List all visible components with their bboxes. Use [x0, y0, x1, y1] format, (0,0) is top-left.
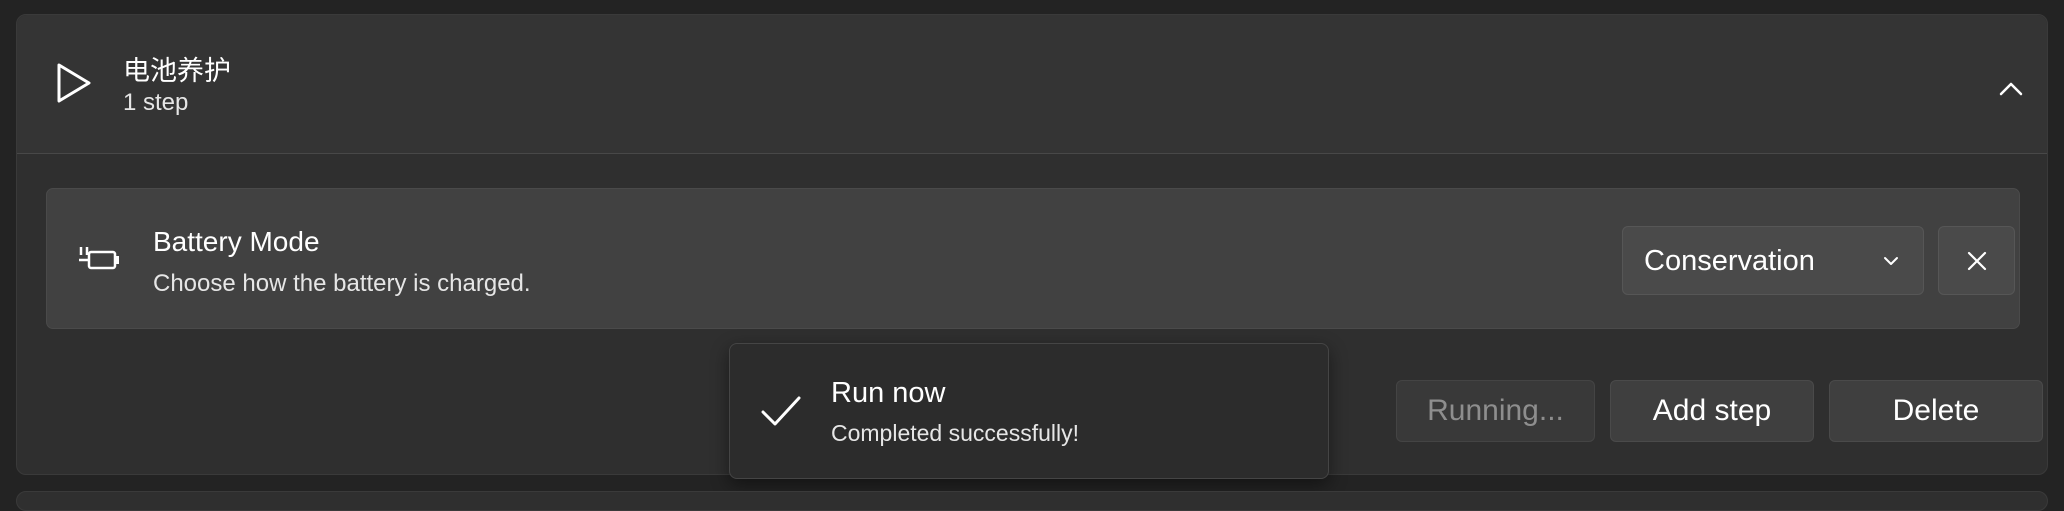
play-icon[interactable] — [53, 61, 93, 105]
step-battery-mode: Battery Mode Choose how the battery is c… — [46, 188, 2020, 329]
dropdown-selected-value: Conservation — [1644, 245, 1815, 277]
toast-title: Run now — [831, 377, 946, 409]
run-toast: Run now Completed successfully! — [729, 343, 1329, 479]
step-description: Choose how the battery is charged. — [153, 270, 531, 297]
chevron-down-icon — [1884, 257, 1898, 265]
add-step-button[interactable]: Add step — [1610, 380, 1814, 442]
running-button[interactable]: Running... — [1396, 380, 1595, 442]
chevron-up-icon[interactable] — [1993, 71, 2029, 107]
battery-mode-dropdown[interactable]: Conservation — [1622, 226, 1924, 295]
automation-title: 电池养护 — [123, 56, 231, 86]
automation-header[interactable]: 电池养护 1 step — [17, 15, 2047, 154]
step-title: Battery Mode — [153, 226, 320, 257]
delete-button[interactable]: Delete — [1829, 380, 2043, 442]
next-automation-card — [16, 491, 2048, 511]
battery-plug-icon — [79, 247, 119, 270]
automation-step-count: 1 step — [123, 89, 189, 116]
close-icon — [1967, 251, 1987, 271]
checkmark-icon — [761, 396, 801, 426]
toast-message: Completed successfully! — [831, 420, 1079, 446]
remove-step-button[interactable] — [1938, 226, 2015, 295]
